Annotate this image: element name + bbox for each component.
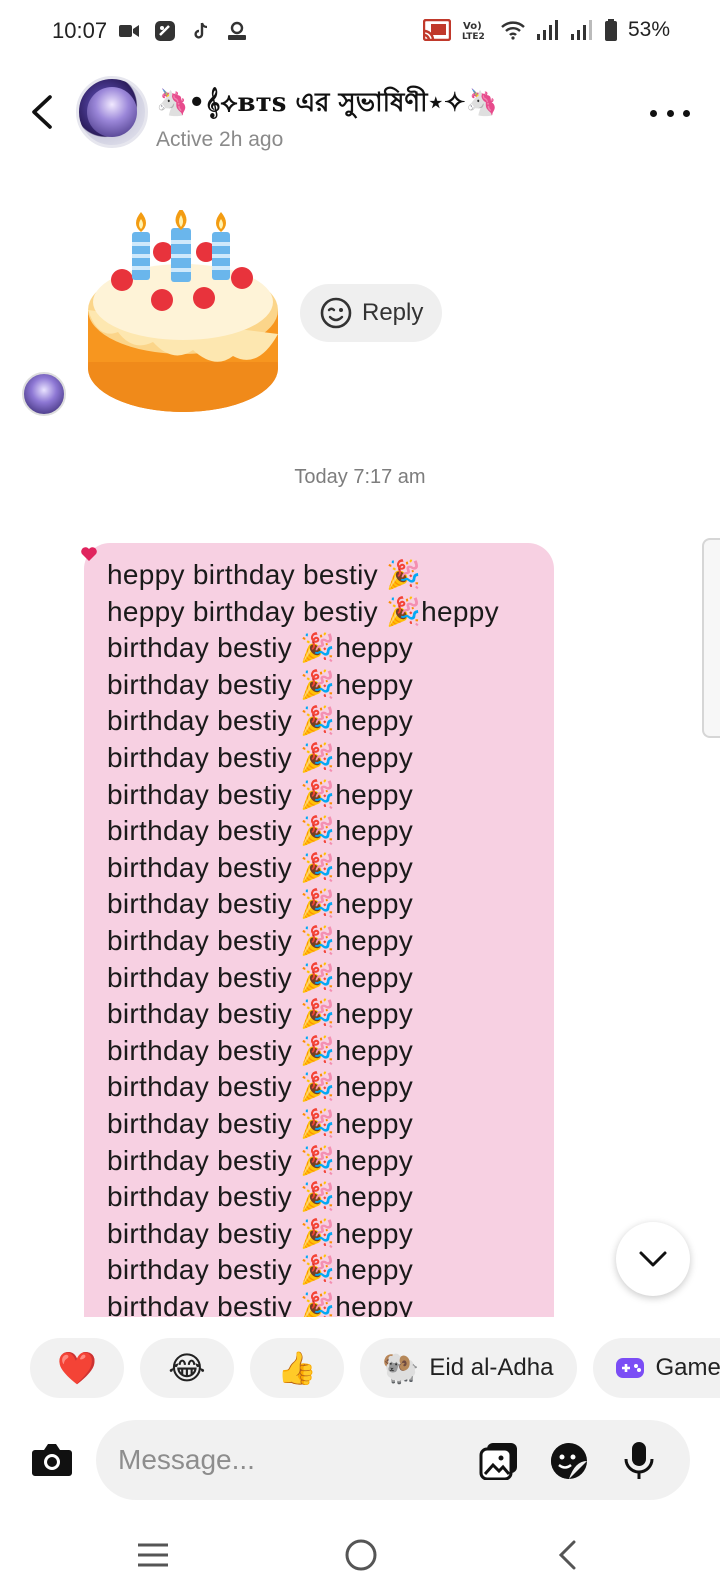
- svg-text:Vo): Vo): [463, 21, 482, 32]
- laugh-emoji-icon: 😂: [168, 1350, 206, 1386]
- microphone-icon: [624, 1442, 654, 1479]
- reply-label: Reply: [362, 299, 424, 326]
- home-button[interactable]: [336, 1530, 386, 1580]
- chat-header: 🦄•𝄞⟡ʙᴛs এর সুভাষিণী⋆✧🦄 Active 2h ago: [0, 70, 720, 170]
- gallery-button[interactable]: [478, 1440, 520, 1482]
- svg-text:LTE2: LTE2: [462, 32, 485, 41]
- status-bar: 10:07 Vo) LTE2 53%: [0, 0, 720, 64]
- gallery-icon: [479, 1443, 517, 1480]
- signal-icon-2: [570, 19, 594, 41]
- more-options-button[interactable]: [650, 98, 690, 128]
- eid-al-adha-label: Eid al-Adha: [429, 1354, 554, 1381]
- message-composer: [0, 1418, 720, 1502]
- sticker-button[interactable]: [548, 1440, 590, 1482]
- video-camera-icon: [118, 20, 140, 42]
- heart-emoji-icon: ❤️: [57, 1350, 97, 1386]
- message-bubble[interactable]: heppy birthday bestiy 🎉 heppy birthday b…: [84, 543, 554, 1317]
- recent-apps-button[interactable]: [128, 1530, 178, 1580]
- quick-laugh-button[interactable]: 😂: [140, 1338, 234, 1398]
- dot-icon: [650, 109, 657, 117]
- heart-reaction-icon[interactable]: [80, 546, 98, 562]
- camera-button[interactable]: [30, 1440, 74, 1480]
- sticker-icon: [551, 1443, 587, 1479]
- battery-icon: [604, 19, 618, 41]
- birthday-cake-sticker[interactable]: [86, 210, 280, 416]
- quick-thumbs-up-button[interactable]: 👍: [250, 1338, 344, 1398]
- scroll-to-bottom-button[interactable]: [616, 1222, 690, 1296]
- system-nav-bar: [0, 1520, 720, 1592]
- home-circle-icon: [345, 1539, 377, 1571]
- camera-icon: [32, 1444, 72, 1476]
- thumbs-up-emoji-icon: 👍: [277, 1350, 317, 1386]
- chevron-down-icon: [639, 1251, 667, 1267]
- status-system-icons: Vo) LTE2 53%: [422, 18, 670, 42]
- volte-icon: Vo) LTE2: [462, 19, 490, 41]
- chat-screen: 10:07 Vo) LTE2 53% 🦄•𝄞⟡ʙᴛs এর সুভাষিণী⋆✧…: [0, 0, 720, 1592]
- chevron-left-icon: [32, 95, 52, 129]
- chat-title[interactable]: 🦄•𝄞⟡ʙᴛs এর সুভাষিণী⋆✧🦄: [156, 82, 498, 126]
- status-time: 10:07: [52, 18, 108, 43]
- screen-record-icon: [154, 20, 176, 42]
- message-timestamp: Today 7:17 am: [294, 466, 426, 488]
- games-label: Games: [655, 1354, 720, 1381]
- cleaner-icon: [226, 20, 248, 42]
- status-notification-icons: [118, 20, 248, 42]
- quick-reactions: ❤️ 😂 👍 🐏 Eid al-Adha Games: [30, 1338, 720, 1398]
- message-field: [96, 1420, 690, 1500]
- dot-icon: [683, 109, 690, 117]
- wifi-icon: [500, 19, 526, 41]
- menu-lines-icon: [138, 1543, 168, 1567]
- message-input[interactable]: [118, 1420, 458, 1500]
- active-status: Active 2h ago: [156, 128, 284, 151]
- quick-heart-button[interactable]: ❤️: [30, 1338, 124, 1398]
- contact-avatar[interactable]: [76, 76, 148, 148]
- chevron-left-icon: [558, 1540, 576, 1570]
- system-back-button[interactable]: [542, 1530, 592, 1580]
- message-bubble-container: heppy birthday bestiy 🎉 heppy birthday b…: [84, 543, 554, 1317]
- games-chip[interactable]: Games: [593, 1338, 720, 1398]
- ram-emoji-icon: 🐏: [382, 1351, 420, 1385]
- dot-icon: [666, 109, 674, 117]
- tiktok-icon: [190, 20, 212, 42]
- signal-icon: [536, 19, 560, 41]
- reply-button[interactable]: Reply: [300, 284, 442, 342]
- back-button[interactable]: [22, 92, 62, 132]
- voice-button[interactable]: [618, 1440, 660, 1482]
- sender-avatar[interactable]: [22, 372, 66, 416]
- gamepad-icon: [616, 1358, 645, 1378]
- scroll-handle[interactable]: [702, 538, 720, 738]
- battery-percentage: 53%: [627, 18, 670, 41]
- message-text: heppy birthday bestiy 🎉 heppy birthday b…: [107, 559, 499, 1317]
- cast-icon: [422, 19, 452, 41]
- wink-smiley-icon: [320, 297, 352, 329]
- eid-al-adha-chip[interactable]: 🐏 Eid al-Adha: [360, 1338, 578, 1398]
